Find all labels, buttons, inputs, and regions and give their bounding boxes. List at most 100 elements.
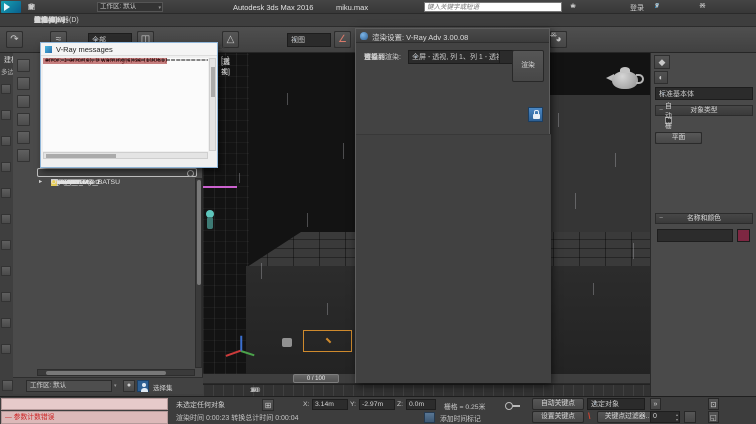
viewport-tab-icon[interactable] <box>1 110 11 120</box>
explorer-vertical-scrollbar[interactable] <box>195 178 202 368</box>
viewport-tab-icon[interactable] <box>1 214 11 224</box>
help-caret-icon[interactable]: ▾ <box>652 2 662 12</box>
status-bar: — 参数计数错误 未选定任何对象 渲染时间 0:00:23 转换总计时间 0:0… <box>0 396 756 424</box>
viewport-lock-toggle[interactable] <box>528 107 543 122</box>
zoom-region-icon[interactable]: ⊡ <box>708 398 719 410</box>
primitive-button[interactable]: 平面 <box>655 132 702 144</box>
transform-typein-icon[interactable]: ⊞ <box>262 399 274 411</box>
viewport-tab-icon[interactable] <box>1 318 11 328</box>
chevron-down-icon: ∨ <box>414 54 418 60</box>
explorer-tool-icon[interactable] <box>17 95 30 108</box>
primitive-category-dropdown[interactable]: 标准基本体∨ <box>655 87 753 100</box>
selection-set-label[interactable]: 选择集 <box>153 382 173 392</box>
key-icon <box>505 402 513 410</box>
vray-close-button[interactable]: × <box>215 43 230 55</box>
coordinate-system-dropdown[interactable]: 视图∨ <box>287 33 331 47</box>
maximize-viewport-icon[interactable]: ◱ <box>708 411 719 423</box>
set-key-button[interactable]: 设置关键点 <box>532 411 584 423</box>
key-selection-dropdown[interactable]: 选定对象∨ <box>587 398 645 410</box>
explorer-workspace-field[interactable]: 工作区: 默认 <box>26 380 112 392</box>
systems-icon[interactable]: ◐ <box>654 71 668 84</box>
name-color-rollout[interactable]: 名称和颜色 <box>655 213 753 224</box>
rd-close-button[interactable]: × <box>547 30 560 41</box>
lock-icon <box>533 114 540 119</box>
explorer-horizontal-scrollbar[interactable] <box>37 369 195 376</box>
render-dialog-titlebar[interactable]: 渲染设置: V-Ray Adv 3.00.08 —□× <box>356 29 549 43</box>
viewport-tab-icon[interactable] <box>1 136 11 146</box>
track-bar-ruler[interactable]: 2030405060708090100 <box>203 384 650 396</box>
explorer-tool-icon[interactable] <box>17 77 30 90</box>
maxscript-mini-listener[interactable]: — 参数计数错误 <box>1 411 168 424</box>
chevron-down-icon[interactable]: ▾ <box>114 383 117 389</box>
max-logo-icon[interactable] <box>1 1 21 13</box>
close-button[interactable]: × <box>692 0 713 13</box>
document-title: miku.max <box>336 3 368 12</box>
left-toolbar-strip <box>0 78 13 378</box>
titlebar: ▯▱▣↶↷ 工作区: 默认▾ Autodesk 3ds Max 2016 mik… <box>0 0 756 14</box>
steering-wheel-icon[interactable] <box>2 380 13 391</box>
scene-object-list: Bone099 Bone101 Camera01 defa <box>37 178 195 368</box>
rain-streak <box>575 193 576 209</box>
select-by-name-icon[interactable] <box>137 380 149 392</box>
render-button[interactable]: 渲染 <box>512 50 544 82</box>
set-keys-icon[interactable]: \ <box>588 411 591 421</box>
list-item[interactable]: Omni03 <box>37 178 51 188</box>
object-name-field[interactable] <box>657 229 733 242</box>
explorer-tool-icon[interactable] <box>17 59 30 72</box>
emitter-object <box>282 338 292 347</box>
user-avatar-icon[interactable]: ● <box>568 2 578 12</box>
rain-streak <box>261 263 262 279</box>
3dsmax-window: ▯▱▣↶↷ 工作区: 默认▾ Autodesk 3ds Max 2016 mik… <box>0 0 756 424</box>
viewport-tab-icon[interactable] <box>1 292 11 302</box>
viewport-tab-icon[interactable] <box>1 188 11 198</box>
vray-horizontal-scrollbar[interactable] <box>43 152 208 159</box>
viewport-tab-icon[interactable] <box>1 266 11 276</box>
scene-backdrop <box>550 95 650 233</box>
redo-icon[interactable]: ↷ <box>26 2 37 12</box>
time-slider-handle[interactable]: 0 / 100 <box>293 374 339 383</box>
time-tag-icon[interactable] <box>424 412 435 423</box>
prompt-line: 渲染时间 0:00:23 转换总计时间 0:00:04 <box>176 413 299 423</box>
rain-streak <box>593 283 594 295</box>
explorer-tool-icon[interactable] <box>17 113 30 126</box>
spinner-icon[interactable]: ▴▾ <box>676 412 678 422</box>
x-coordinate-field[interactable]: 3.14m <box>312 399 348 410</box>
macro-recorder-pane[interactable] <box>1 398 168 410</box>
vray-vertical-scrollbar[interactable] <box>209 58 216 151</box>
viewport-tab-icon[interactable] <box>1 162 11 172</box>
vray-messages-window: V-Ray messages —□× =====================… <box>40 42 218 168</box>
utilities-tab-icon[interactable]: ◆ <box>654 55 670 69</box>
workspace-dropdown[interactable]: 工作区: 默认▾ <box>97 2 163 12</box>
display-mode-icon[interactable]: ● <box>123 380 135 392</box>
object-color-swatch[interactable] <box>737 229 750 242</box>
explorer-tool-icon[interactable] <box>17 149 30 162</box>
go-to-end-icon[interactable]: » <box>650 398 661 410</box>
selected-spline <box>203 186 237 188</box>
search-input[interactable] <box>425 3 561 11</box>
help-search-box[interactable] <box>424 2 562 12</box>
settings-dropdown[interactable]: 全屏 - 透视, 列 1、列 1 - 透视, 列 ∨ <box>408 50 500 64</box>
z-coordinate-field[interactable]: 0.0m <box>406 399 436 410</box>
rain-streak <box>239 173 240 183</box>
explorer-tool-icon[interactable] <box>17 131 30 144</box>
menu-item[interactable]: 帮助(H) <box>28 14 64 27</box>
viewport-tab-icon[interactable] <box>1 240 11 250</box>
viewport-tab-icon[interactable] <box>1 344 11 354</box>
vray-message-log[interactable]: ========================================… <box>43 58 208 151</box>
current-frame-field[interactable]: 0▴▾ <box>650 411 680 423</box>
add-time-tag-label[interactable]: 添加时间标记 <box>440 413 481 423</box>
rain-streak <box>615 153 616 167</box>
vray-window-title: V-Ray messages <box>56 45 113 54</box>
angle-snap-icon[interactable]: ∠ <box>334 31 351 48</box>
redo-icon[interactable]: ↷ <box>6 31 23 48</box>
viewport-shading-menu[interactable]: [真实] <box>221 57 230 77</box>
explorer-search-input[interactable] <box>37 168 197 177</box>
signin-label[interactable]: 登录 <box>630 3 644 13</box>
object-name-input[interactable] <box>658 230 732 241</box>
y-coordinate-field[interactable]: -2.97m <box>359 399 395 410</box>
viewport-tab-icon[interactable] <box>1 84 11 94</box>
render-dialog-title: 渲染设置: V-Ray Adv 3.00.08 <box>372 32 468 43</box>
vray-window-titlebar[interactable]: V-Ray messages —□× <box>41 43 217 56</box>
auto-key-button[interactable]: 自动关键点 <box>532 398 584 410</box>
key-mode-toggle[interactable] <box>684 411 696 423</box>
